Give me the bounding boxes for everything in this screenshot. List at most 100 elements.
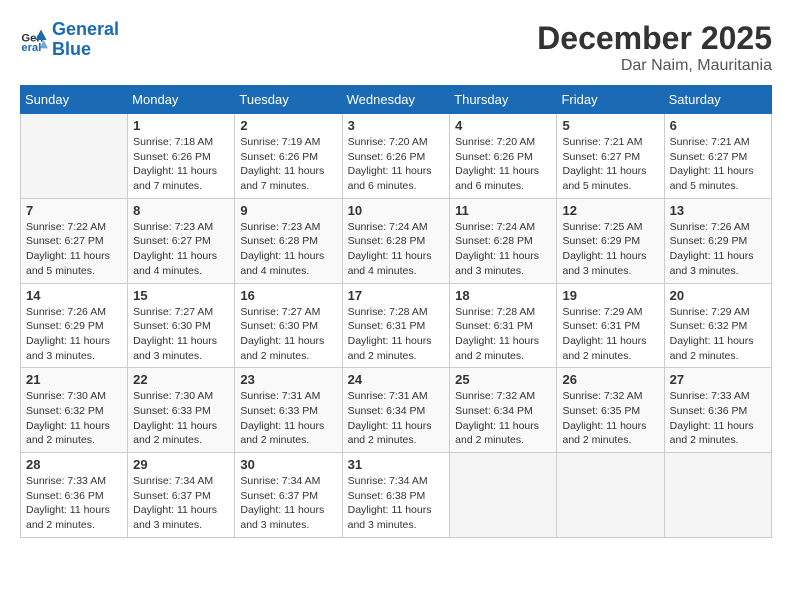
day-info: Sunrise: 7:26 AM Sunset: 6:29 PM Dayligh…	[26, 305, 122, 364]
logo-text-line2: Blue	[52, 40, 119, 60]
day-number: 24	[348, 372, 445, 387]
day-number: 21	[26, 372, 122, 387]
calendar-cell: 3 Sunrise: 7:20 AM Sunset: 6:26 PM Daylig…	[342, 114, 450, 199]
day-info: Sunrise: 7:28 AM Sunset: 6:31 PM Dayligh…	[455, 305, 551, 364]
col-header-saturday: Saturday	[664, 86, 771, 114]
day-number: 15	[133, 288, 229, 303]
day-number: 16	[240, 288, 336, 303]
month-title: December 2025	[537, 20, 772, 57]
day-number: 22	[133, 372, 229, 387]
calendar-cell: 7 Sunrise: 7:22 AM Sunset: 6:27 PM Daylig…	[21, 198, 128, 283]
calendar-cell: 22 Sunrise: 7:30 AM Sunset: 6:33 PM Dayli…	[128, 368, 235, 453]
calendar-cell: 26 Sunrise: 7:32 AM Sunset: 6:35 PM Dayli…	[557, 368, 664, 453]
day-number: 9	[240, 203, 336, 218]
col-header-thursday: Thursday	[450, 86, 557, 114]
day-info: Sunrise: 7:29 AM Sunset: 6:32 PM Dayligh…	[670, 305, 766, 364]
day-info: Sunrise: 7:34 AM Sunset: 6:37 PM Dayligh…	[240, 474, 336, 533]
title-area: December 2025 Dar Naim, Mauritania	[537, 20, 772, 75]
calendar-cell	[450, 453, 557, 538]
day-number: 17	[348, 288, 445, 303]
calendar-cell: 11Sunrise: 7:24 AM Sunset: 6:28 PM Dayli…	[450, 198, 557, 283]
logo-text-line1: General	[52, 20, 119, 40]
day-info: Sunrise: 7:21 AM Sunset: 6:27 PM Dayligh…	[670, 135, 766, 194]
page-header: Gen eral General Blue December 2025 Dar …	[20, 20, 772, 75]
day-number: 23	[240, 372, 336, 387]
logo: Gen eral General Blue	[20, 20, 119, 60]
day-info: Sunrise: 7:27 AM Sunset: 6:30 PM Dayligh…	[133, 305, 229, 364]
calendar-cell: 31Sunrise: 7:34 AM Sunset: 6:38 PM Dayli…	[342, 453, 450, 538]
day-number: 7	[26, 203, 122, 218]
day-number: 25	[455, 372, 551, 387]
calendar-cell: 25 Sunrise: 7:32 AM Sunset: 6:34 PM Dayli…	[450, 368, 557, 453]
day-number: 8	[133, 203, 229, 218]
calendar-cell	[664, 453, 771, 538]
week-row-1: 1Sunrise: 7:18 AM Sunset: 6:26 PM Daylig…	[21, 114, 772, 199]
calendar-cell: 10Sunrise: 7:24 AM Sunset: 6:28 PM Dayli…	[342, 198, 450, 283]
calendar-cell: 14Sunrise: 7:26 AM Sunset: 6:29 PM Dayli…	[21, 283, 128, 368]
calendar-cell	[557, 453, 664, 538]
day-number: 3	[348, 118, 445, 133]
calendar-cell: 5Sunrise: 7:21 AM Sunset: 6:27 PM Daylig…	[557, 114, 664, 199]
svg-text:eral: eral	[21, 42, 41, 54]
calendar-cell: 15 Sunrise: 7:27 AM Sunset: 6:30 PM Dayli…	[128, 283, 235, 368]
day-info: Sunrise: 7:30 AM Sunset: 6:32 PM Dayligh…	[26, 389, 122, 448]
day-info: Sunrise: 7:20 AM Sunset: 6:26 PM Dayligh…	[455, 135, 551, 194]
calendar-cell	[21, 114, 128, 199]
day-number: 28	[26, 457, 122, 472]
day-info: Sunrise: 7:28 AM Sunset: 6:31 PM Dayligh…	[348, 305, 445, 364]
day-number: 19	[562, 288, 658, 303]
day-number: 10	[348, 203, 445, 218]
calendar-cell: 27Sunrise: 7:33 AM Sunset: 6:36 PM Dayli…	[664, 368, 771, 453]
calendar-cell: 9Sunrise: 7:23 AM Sunset: 6:28 PM Daylig…	[235, 198, 342, 283]
calendar-header-row: SundayMondayTuesdayWednesdayThursdayFrid…	[21, 86, 772, 114]
calendar-cell: 13 Sunrise: 7:26 AM Sunset: 6:29 PM Dayli…	[664, 198, 771, 283]
location: Dar Naim, Mauritania	[537, 57, 772, 75]
day-number: 26	[562, 372, 658, 387]
calendar-cell: 28 Sunrise: 7:33 AM Sunset: 6:36 PM Dayli…	[21, 453, 128, 538]
calendar-cell: 24 Sunrise: 7:31 AM Sunset: 6:34 PM Dayli…	[342, 368, 450, 453]
day-info: Sunrise: 7:27 AM Sunset: 6:30 PM Dayligh…	[240, 305, 336, 364]
day-number: 30	[240, 457, 336, 472]
day-info: Sunrise: 7:29 AM Sunset: 6:31 PM Dayligh…	[562, 305, 658, 364]
day-info: Sunrise: 7:22 AM Sunset: 6:27 PM Dayligh…	[26, 220, 122, 279]
calendar-cell: 21 Sunrise: 7:30 AM Sunset: 6:32 PM Dayli…	[21, 368, 128, 453]
calendar-cell: 12 Sunrise: 7:25 AM Sunset: 6:29 PM Dayli…	[557, 198, 664, 283]
calendar-cell: 8Sunrise: 7:23 AM Sunset: 6:27 PM Daylig…	[128, 198, 235, 283]
day-info: Sunrise: 7:31 AM Sunset: 6:34 PM Dayligh…	[348, 389, 445, 448]
calendar-cell: 23 Sunrise: 7:31 AM Sunset: 6:33 PM Dayli…	[235, 368, 342, 453]
day-info: Sunrise: 7:33 AM Sunset: 6:36 PM Dayligh…	[670, 389, 766, 448]
day-info: Sunrise: 7:32 AM Sunset: 6:34 PM Dayligh…	[455, 389, 551, 448]
day-info: Sunrise: 7:20 AM Sunset: 6:26 PM Dayligh…	[348, 135, 445, 194]
col-header-monday: Monday	[128, 86, 235, 114]
week-row-4: 21 Sunrise: 7:30 AM Sunset: 6:32 PM Dayli…	[21, 368, 772, 453]
day-number: 20	[670, 288, 766, 303]
calendar-cell: 19 Sunrise: 7:29 AM Sunset: 6:31 PM Dayli…	[557, 283, 664, 368]
day-info: Sunrise: 7:26 AM Sunset: 6:29 PM Dayligh…	[670, 220, 766, 279]
logo-icon: Gen eral	[20, 26, 48, 54]
calendar-cell: 18 Sunrise: 7:28 AM Sunset: 6:31 PM Dayli…	[450, 283, 557, 368]
day-info: Sunrise: 7:31 AM Sunset: 6:33 PM Dayligh…	[240, 389, 336, 448]
day-info: Sunrise: 7:34 AM Sunset: 6:38 PM Dayligh…	[348, 474, 445, 533]
week-row-3: 14Sunrise: 7:26 AM Sunset: 6:29 PM Dayli…	[21, 283, 772, 368]
day-number: 13	[670, 203, 766, 218]
day-number: 2	[240, 118, 336, 133]
day-info: Sunrise: 7:21 AM Sunset: 6:27 PM Dayligh…	[562, 135, 658, 194]
week-row-5: 28 Sunrise: 7:33 AM Sunset: 6:36 PM Dayli…	[21, 453, 772, 538]
day-info: Sunrise: 7:33 AM Sunset: 6:36 PM Dayligh…	[26, 474, 122, 533]
col-header-wednesday: Wednesday	[342, 86, 450, 114]
day-number: 29	[133, 457, 229, 472]
day-number: 12	[562, 203, 658, 218]
calendar-table: SundayMondayTuesdayWednesdayThursdayFrid…	[20, 85, 772, 538]
day-info: Sunrise: 7:25 AM Sunset: 6:29 PM Dayligh…	[562, 220, 658, 279]
col-header-tuesday: Tuesday	[235, 86, 342, 114]
day-number: 18	[455, 288, 551, 303]
calendar-cell: 4 Sunrise: 7:20 AM Sunset: 6:26 PM Daylig…	[450, 114, 557, 199]
day-info: Sunrise: 7:30 AM Sunset: 6:33 PM Dayligh…	[133, 389, 229, 448]
day-info: Sunrise: 7:34 AM Sunset: 6:37 PM Dayligh…	[133, 474, 229, 533]
col-header-sunday: Sunday	[21, 86, 128, 114]
calendar-cell: 20 Sunrise: 7:29 AM Sunset: 6:32 PM Dayli…	[664, 283, 771, 368]
day-number: 4	[455, 118, 551, 133]
day-info: Sunrise: 7:32 AM Sunset: 6:35 PM Dayligh…	[562, 389, 658, 448]
week-row-2: 7 Sunrise: 7:22 AM Sunset: 6:27 PM Daylig…	[21, 198, 772, 283]
calendar-cell: 6Sunrise: 7:21 AM Sunset: 6:27 PM Daylig…	[664, 114, 771, 199]
